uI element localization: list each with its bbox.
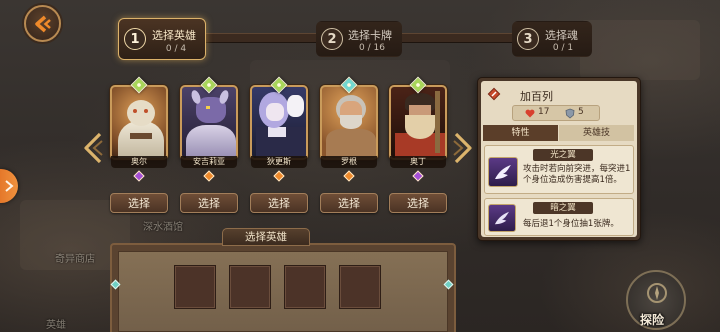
selection-tray-inner <box>118 251 448 332</box>
hero-detail-panel: 加百列 17 5 特性 英雄技 光之翼 攻击时若向前突进，每突进1个身位造成伤害… <box>477 77 641 241</box>
character-art <box>435 91 440 153</box>
selection-tray <box>110 243 456 332</box>
game-screen: 深水酒馆 奇异商店 英雄 1 选择英雄 0 / 4 2 选择卡牌 0 / 16 … <box>0 0 720 332</box>
trait-title: 光之翼 <box>533 149 593 161</box>
shop-label[interactable]: 奇异商店 <box>55 250 95 265</box>
hero-name: 安吉莉亚 <box>181 156 237 168</box>
chevron-right-icon <box>453 132 472 164</box>
hero-card-odin[interactable]: 奥丁 选择 <box>389 76 447 214</box>
hero-slot[interactable] <box>229 265 271 309</box>
tab-traits[interactable]: 特性 <box>483 125 558 141</box>
character-art <box>144 109 148 113</box>
trait-card: 光之翼 攻击时若向前突进，每突进1个身位造成伤害提高1倍。 <box>484 145 634 194</box>
trait-card: 暗之翼 每后退1个身位抽1张牌。 <box>484 198 634 236</box>
tier-gem-icon <box>203 170 215 182</box>
character-art <box>287 95 304 117</box>
hero-name: 奥尔 <box>111 156 167 168</box>
hero-card-angelia[interactable]: 安吉莉亚 选择 <box>180 76 238 214</box>
hero-class-icon <box>487 87 501 101</box>
armor-value: 5 <box>578 107 584 117</box>
hero-portrait[interactable] <box>320 85 378 160</box>
hero-slot[interactable] <box>174 265 216 309</box>
compass-icon <box>647 283 667 303</box>
tier-gem-icon <box>133 170 145 182</box>
hero-portrait[interactable] <box>250 85 308 160</box>
step-number: 3 <box>517 28 539 50</box>
hero-detail-name: 加百列 <box>520 90 553 103</box>
character-art <box>217 89 231 105</box>
character-art <box>127 100 155 126</box>
character-art <box>268 127 286 137</box>
select-hero-button[interactable]: 选择 <box>250 193 308 213</box>
hero-card-aoer[interactable]: 奥尔 选择 <box>110 76 168 214</box>
explore-label[interactable]: 探险 <box>640 311 664 328</box>
character-art <box>206 106 210 109</box>
carousel-next-button[interactable] <box>452 132 474 164</box>
hero-name: 狄更斯 <box>251 156 307 168</box>
selection-tray-title: 选择英雄 <box>222 228 310 246</box>
hero-name: 罗根 <box>321 156 377 168</box>
step-select-cards[interactable]: 2 选择卡牌 0 / 16 <box>316 21 402 57</box>
back-button[interactable] <box>24 5 61 42</box>
select-hero-button[interactable]: 选择 <box>180 193 238 213</box>
back-arrow-icon <box>34 15 51 32</box>
light-wing-icon <box>488 157 518 187</box>
chevron-right-icon <box>5 180 14 192</box>
carousel-prev-button[interactable] <box>82 132 104 164</box>
side-expand-button[interactable] <box>0 169 18 203</box>
select-hero-button[interactable]: 选择 <box>320 193 378 213</box>
character-art <box>186 125 236 158</box>
step-label: 选择魂 <box>545 29 578 42</box>
step-label: 选择英雄 <box>152 29 196 42</box>
character-art <box>340 115 362 129</box>
character-art <box>266 103 284 121</box>
hero-slot[interactable] <box>339 265 381 309</box>
step-select-hero[interactable]: 1 选择英雄 0 / 4 <box>118 18 206 60</box>
step-label: 选择卡牌 <box>348 29 392 42</box>
step-select-soul[interactable]: 3 选择魂 0 / 1 <box>512 21 592 57</box>
tier-gem-icon <box>273 170 285 182</box>
background-building <box>580 20 700 80</box>
heroes-label[interactable]: 英雄 <box>46 316 66 331</box>
tavern-label[interactable]: 深水酒馆 <box>143 218 183 233</box>
tier-gem-icon <box>343 170 355 182</box>
dark-wing-icon <box>488 204 516 232</box>
shield-icon <box>565 108 575 119</box>
chevron-left-icon <box>84 132 103 164</box>
hero-detail-content: 加百列 17 5 特性 英雄技 光之翼 攻击时若向前突进，每突进1个身位造成伤害… <box>481 81 637 237</box>
character-art <box>118 121 164 158</box>
step-progress: 0 / 1 <box>552 43 574 53</box>
trait-description: 每后退1个身位抽1张牌。 <box>523 219 619 229</box>
heart-icon <box>525 109 535 118</box>
hp-value: 17 <box>538 107 550 117</box>
step-number: 1 <box>124 28 146 50</box>
tier-gem-icon <box>412 170 424 182</box>
hero-name: 奥丁 <box>390 156 446 168</box>
trait-title: 暗之翼 <box>533 202 593 214</box>
step-number: 2 <box>321 28 343 50</box>
trait-description: 攻击时若向前突进，每突进1个身位造成伤害提高1倍。 <box>523 164 631 185</box>
character-art <box>133 109 137 113</box>
step-progress: 0 / 4 <box>165 44 187 54</box>
character-art <box>405 115 435 139</box>
tab-hero-skill[interactable]: 英雄技 <box>559 125 634 141</box>
hero-portrait[interactable] <box>180 85 238 160</box>
step-progress: 0 / 16 <box>359 43 385 53</box>
hero-portrait[interactable] <box>389 85 447 160</box>
hero-card-dickens[interactable]: 狄更斯 选择 <box>250 76 308 214</box>
select-hero-button[interactable]: 选择 <box>389 193 447 213</box>
hero-stats: 17 5 <box>512 105 600 121</box>
select-hero-button[interactable]: 选择 <box>110 193 168 213</box>
hero-card-logan[interactable]: 罗根 选择 <box>320 76 378 214</box>
hero-slot[interactable] <box>284 265 326 309</box>
character-art <box>130 133 152 139</box>
hero-portrait[interactable] <box>110 85 168 160</box>
